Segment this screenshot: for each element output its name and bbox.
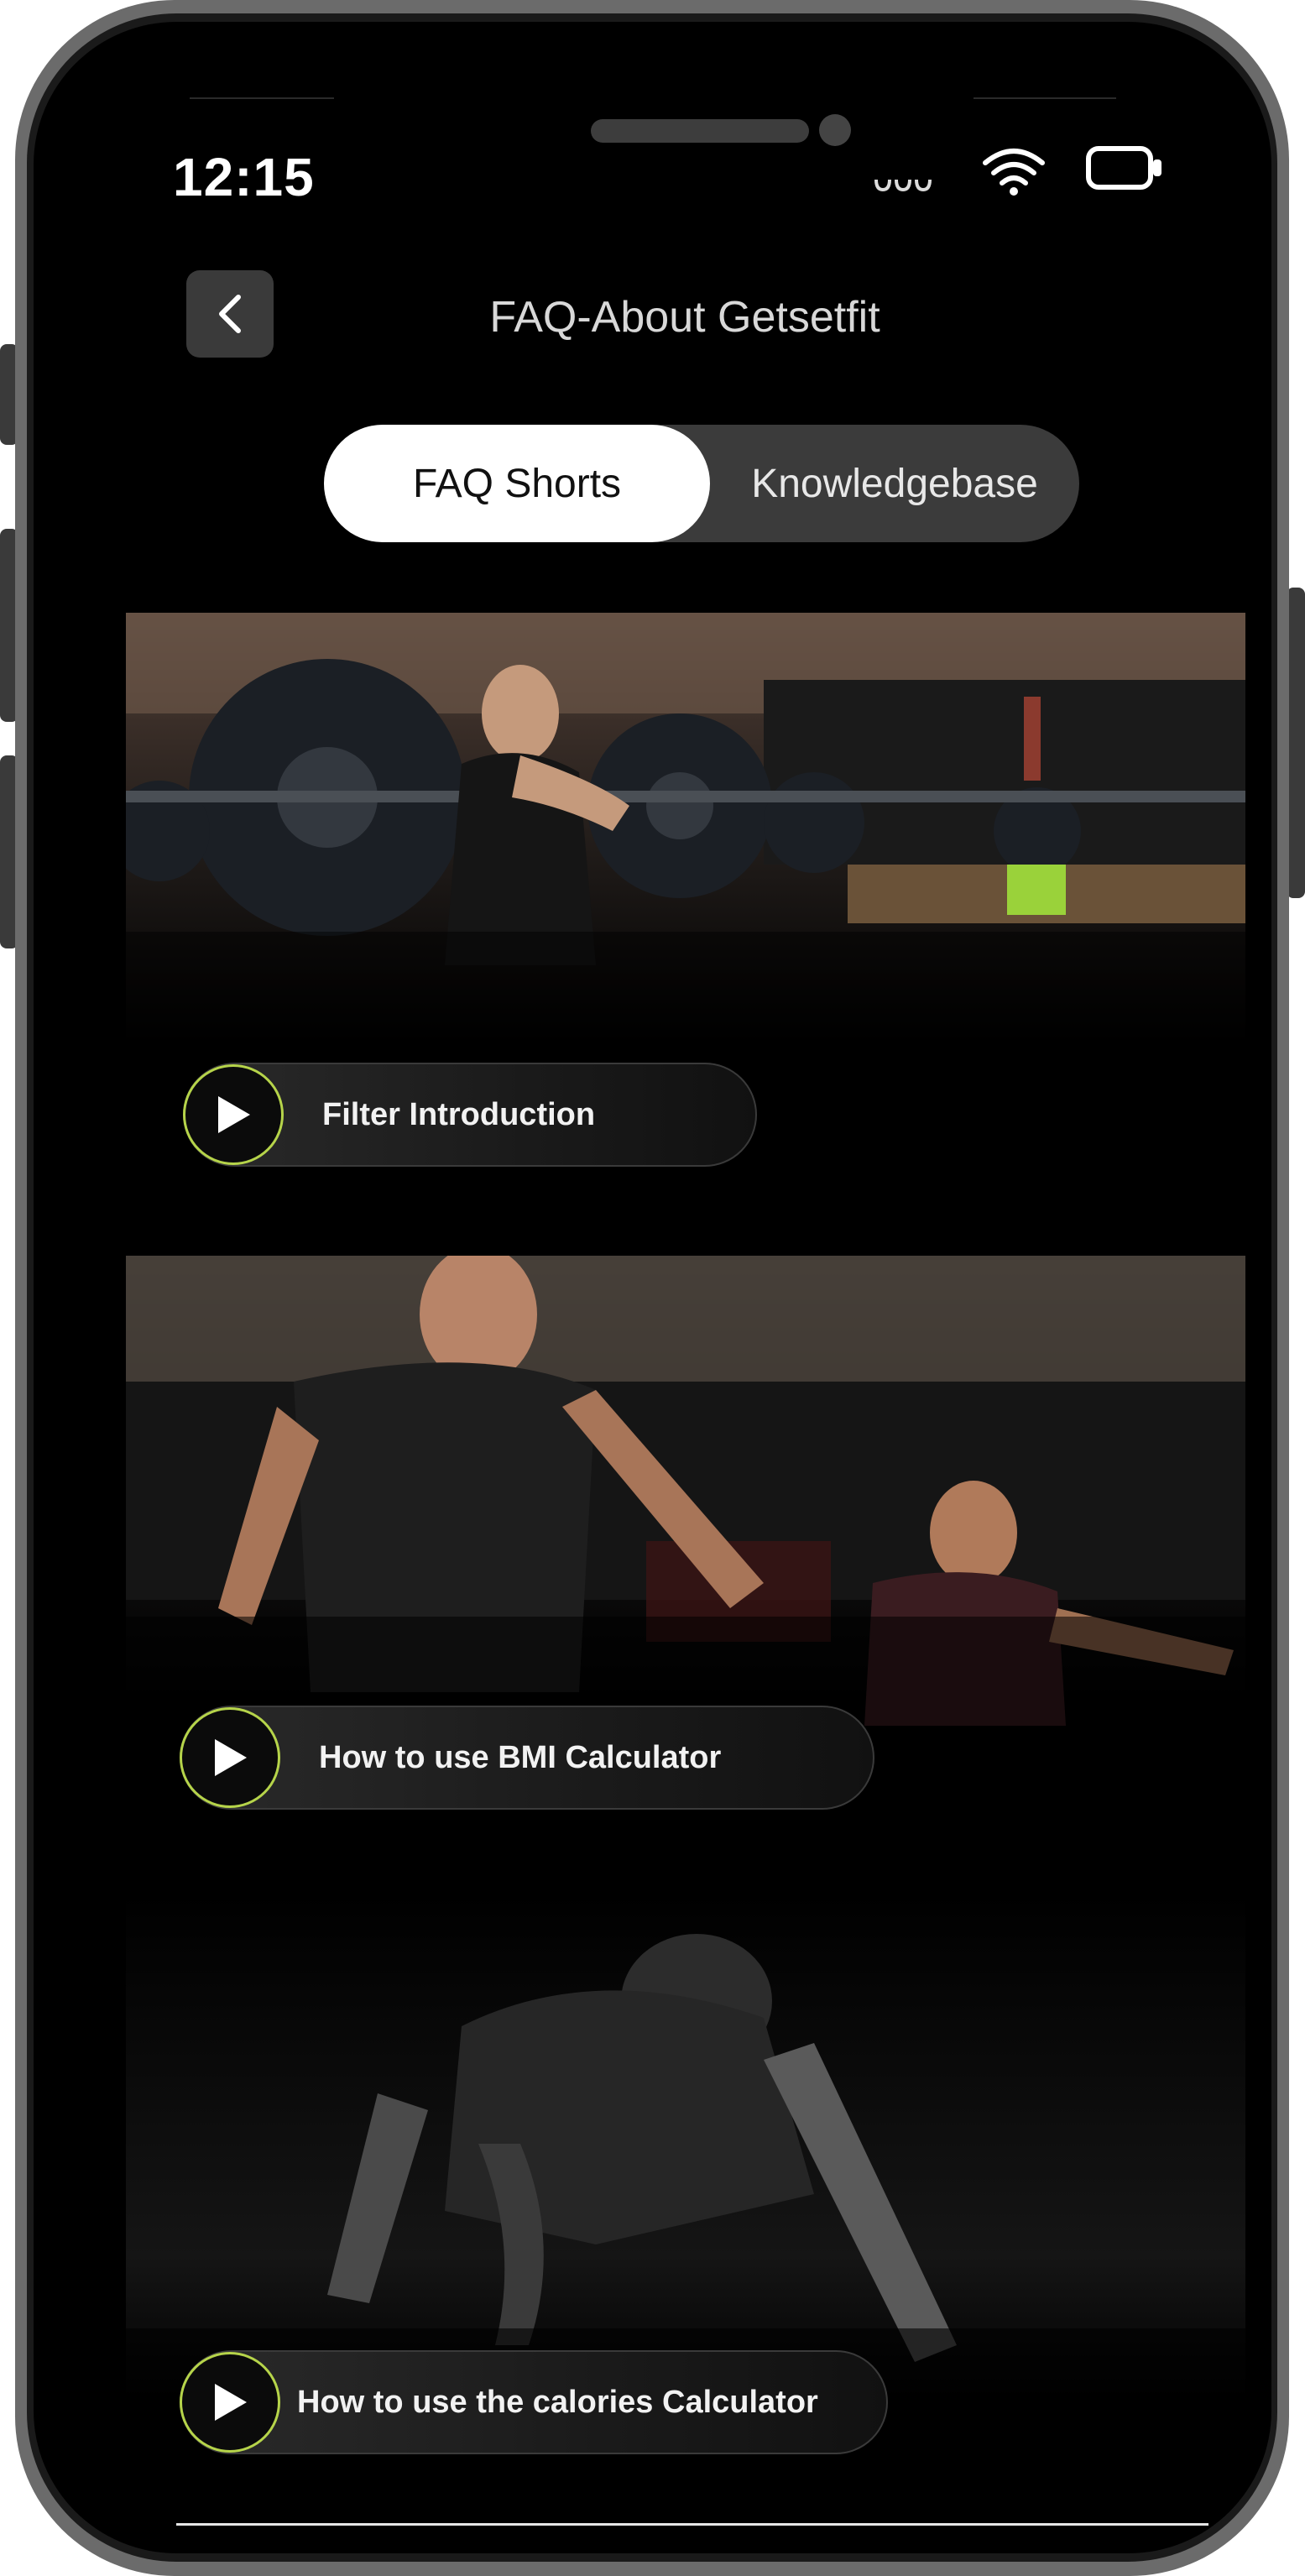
speaker-grille <box>591 119 809 143</box>
play-button[interactable] <box>180 2352 280 2453</box>
pushup-photo-illustration <box>126 1934 1245 2412</box>
gym-photo-illustration <box>126 613 1245 1049</box>
front-camera <box>819 114 851 146</box>
play-icon <box>215 1739 247 1776</box>
bike-photo-illustration <box>126 1256 1245 1726</box>
play-button[interactable] <box>180 1707 280 1808</box>
page-title: FAQ-About Getsetfit <box>489 293 880 342</box>
play-icon <box>218 1096 250 1133</box>
back-button[interactable] <box>186 270 274 358</box>
video-title: How to use BMI Calculator <box>319 1739 722 1775</box>
tab-knowledgebase[interactable]: Knowledgebase <box>710 425 1079 542</box>
play-icon <box>215 2384 247 2421</box>
video-play-pill[interactable]: How to use the calories Calculator <box>180 2350 888 2454</box>
video-thumbnail-bike[interactable] <box>126 1256 1245 1726</box>
home-indicator-line <box>176 2523 1208 2526</box>
tab-faq-shorts[interactable]: FAQ Shorts <box>324 425 710 542</box>
play-button[interactable] <box>183 1064 284 1165</box>
video-thumbnail-gym[interactable] <box>126 613 1245 1049</box>
top-hairline-right <box>974 97 1116 99</box>
wifi-icon <box>983 149 1045 196</box>
segmented-tabs: FAQ Shorts Knowledgebase <box>324 425 1079 542</box>
video-play-pill[interactable]: Filter Introduction <box>183 1063 757 1167</box>
status-time: 12:15 <box>173 147 315 207</box>
video-thumbnail-pushup[interactable] <box>126 1892 1245 2412</box>
video-title: Filter Introduction <box>322 1096 596 1132</box>
chevron-left-icon <box>219 295 241 333</box>
signal-icon <box>874 179 932 192</box>
battery-icon <box>1086 146 1161 190</box>
top-hairline-left <box>190 97 334 99</box>
app-screen: 12:15 FAQ-About Getsetfit FAQ Shorts Kno… <box>34 22 1271 2553</box>
video-title: How to use the calories Calculator <box>297 2384 818 2420</box>
side-button-power <box>1287 588 1305 898</box>
video-play-pill[interactable]: How to use BMI Calculator <box>180 1706 874 1810</box>
